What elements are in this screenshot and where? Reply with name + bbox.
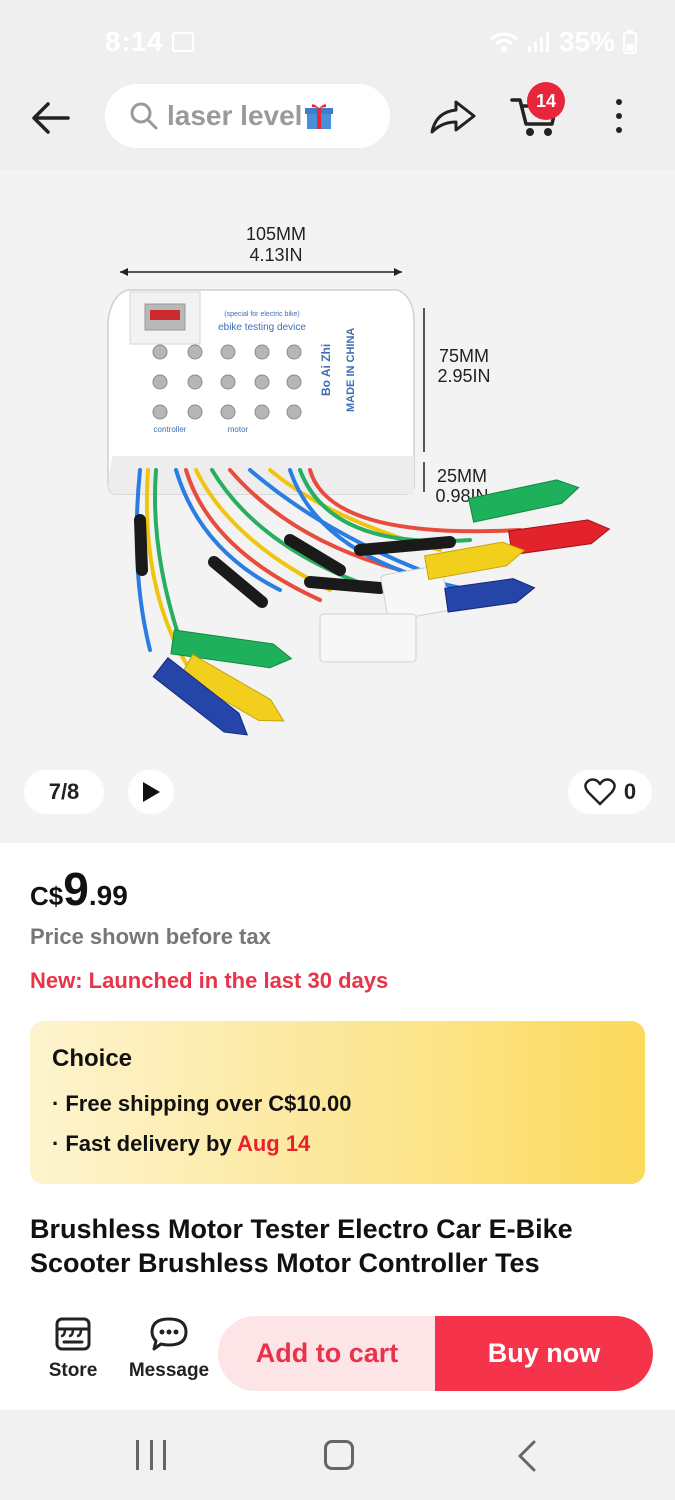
wishlist-count: 0 <box>623 779 637 804</box>
dimension-width-mm: 105MM <box>246 224 306 244</box>
price: C$ 9 .99 <box>30 866 128 912</box>
status-bar: 8:14 35% <box>0 0 675 82</box>
price-tax-note: Price shown before tax <box>30 924 271 949</box>
signal-icon <box>527 32 549 52</box>
device-subtitle: (special for electric bike) <box>224 311 299 318</box>
more-options-icon[interactable] <box>604 96 634 136</box>
label-controller: controller <box>154 425 187 434</box>
gallery-notification-icon <box>172 32 194 52</box>
price-currency: C$ <box>30 881 64 911</box>
store-label: Store <box>48 1360 98 1381</box>
brand-label: Bo Ai Zhi <box>319 344 333 396</box>
message-label: Message <box>128 1360 210 1381</box>
buy-now-button[interactable]: Buy now <box>435 1316 653 1391</box>
delivery-date: Aug 14 <box>236 1131 311 1156</box>
search-icon <box>130 102 158 130</box>
gift-icon <box>305 104 334 129</box>
free-shipping-item: · Free shipping over C$10.00 <box>52 1091 352 1116</box>
product-title: Brushless Motor Tester Electro Car E-Bik… <box>30 1214 573 1278</box>
price-integer: 9 <box>63 863 89 915</box>
made-in-label: MADE IN CHINA <box>345 328 357 412</box>
top-bar: laser level 14 <box>0 82 675 170</box>
product-photo: 105MM 4.13IN 75MM 2.95IN 25MM 0.98IN (sp… <box>107 224 611 736</box>
search-query: laser level <box>167 100 303 131</box>
dimension-width-in: 4.13IN <box>249 245 302 265</box>
battery-level: 35% <box>558 26 615 57</box>
image-counter: 7/8 <box>24 770 104 814</box>
price-decimal: .99 <box>88 880 128 911</box>
fast-delivery-text: Fast delivery by <box>65 1131 237 1156</box>
fast-delivery-item: · Fast delivery by Aug 14 <box>52 1131 311 1156</box>
dimension-height-mm: 75MM <box>439 346 489 366</box>
device-title: ebike testing device <box>218 322 306 333</box>
share-icon[interactable] <box>428 96 478 136</box>
cart-count-badge: 14 <box>527 82 565 120</box>
recents-icon[interactable] <box>136 1440 166 1470</box>
search-input[interactable]: laser level <box>105 84 390 148</box>
heart-icon <box>584 778 616 806</box>
nav-back-icon[interactable] <box>516 1440 540 1472</box>
message-icon <box>150 1317 188 1351</box>
add-to-cart-button[interactable]: Add to cart <box>218 1316 436 1391</box>
free-shipping-text: Free shipping over C$10.00 <box>65 1091 352 1116</box>
label-motor: motor <box>228 425 249 434</box>
message-button[interactable]: Message <box>126 1316 212 1396</box>
status-indicators: 35% <box>489 26 637 58</box>
store-icon <box>55 1317 91 1351</box>
play-video-button[interactable] <box>128 770 174 814</box>
play-icon <box>143 782 160 802</box>
store-button[interactable]: Store <box>38 1316 108 1396</box>
dimension-depth-mm: 25MM <box>437 466 487 486</box>
system-nav-bar <box>0 1410 675 1500</box>
choice-card[interactable]: Choice · Free shipping over C$10.00 · Fast… <box>30 1021 645 1184</box>
back-arrow-icon[interactable] <box>28 96 76 140</box>
battery-icon <box>623 30 637 54</box>
dimension-height-in: 2.95IN <box>437 366 490 386</box>
wishlist-button[interactable]: 0 <box>568 770 652 814</box>
wifi-icon <box>490 32 518 52</box>
new-launch-badge: New: Launched in the last 30 days <box>30 968 389 993</box>
status-time: 8:14 <box>105 26 164 57</box>
bottom-action-bar: Store Message Add to cart Buy now <box>0 1300 675 1410</box>
product-image-gallery[interactable]: 105MM 4.13IN 75MM 2.95IN 25MM 0.98IN (sp… <box>0 170 675 843</box>
choice-title: Choice <box>52 1045 133 1072</box>
home-icon[interactable] <box>324 1440 354 1470</box>
